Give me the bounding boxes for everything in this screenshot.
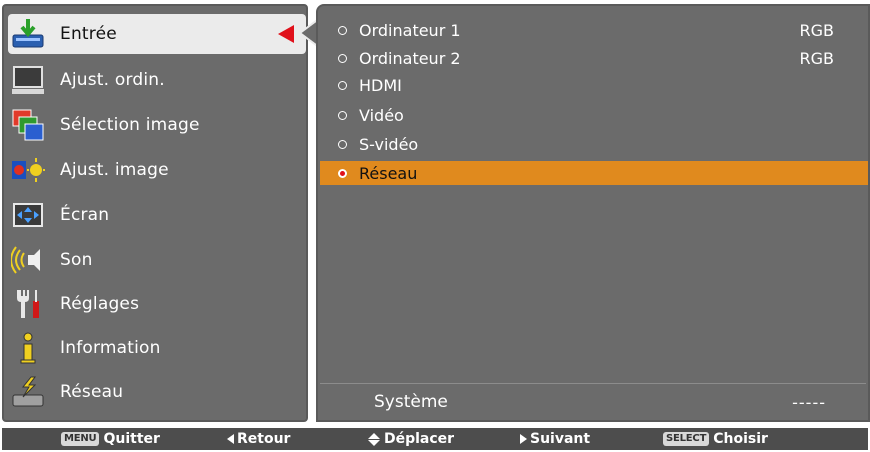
system-row: Système ----- <box>320 390 868 414</box>
radio-icon <box>338 53 347 63</box>
computer-adjust-icon <box>10 62 46 98</box>
hint-back: Retour <box>227 428 290 450</box>
menu-item-label: Sélection image <box>60 115 200 135</box>
arrow-up-down-icon <box>368 432 380 446</box>
settings-icon <box>10 286 46 322</box>
radio-icon <box>338 80 347 90</box>
menu-item-entree[interactable]: Entrée <box>8 14 306 54</box>
hint-quit-label: Quitter <box>103 431 160 447</box>
radio-icon <box>338 25 347 35</box>
option-label: Vidéo <box>359 105 404 125</box>
hint-move: Déplacer <box>368 428 454 450</box>
hint-choose: SELECT Choisir <box>663 428 768 450</box>
option-value: RGB <box>799 20 835 40</box>
menu-item-reglages[interactable]: Réglages <box>8 282 306 326</box>
menu-item-label: Son <box>60 250 93 270</box>
input-options-panel: Ordinateur 1 RGB Ordinateur 2 RGB HDMI V… <box>316 4 870 422</box>
network-icon <box>10 374 46 410</box>
radio-icon <box>338 139 347 149</box>
hint-next: Suivant <box>520 428 590 450</box>
option-label: Ordinateur 2 <box>359 48 461 68</box>
option-value: RGB <box>799 48 835 68</box>
screen-icon <box>10 197 46 233</box>
menu-item-label: Ajust. image <box>60 160 169 180</box>
hint-choose-label: Choisir <box>713 431 768 447</box>
menu-item-selection-image[interactable]: Sélection image <box>8 103 306 147</box>
menu-item-label: Information <box>60 338 161 358</box>
option-row-s-video[interactable]: S-vidéo <box>320 132 868 156</box>
option-label: HDMI <box>359 75 402 95</box>
system-value: ----- <box>792 392 826 412</box>
option-label: S-vidéo <box>359 134 419 154</box>
hint-quit: MENU Quitter <box>61 428 160 450</box>
menu-item-ecran[interactable]: Écran <box>8 193 306 237</box>
option-row-video[interactable]: Vidéo <box>320 103 868 127</box>
main-menu-panel: Entrée Ajust. ordin. Sélection image Aju… <box>2 4 308 422</box>
radio-icon <box>338 110 347 120</box>
option-row-reseau[interactable]: Réseau <box>320 161 868 185</box>
menu-item-ajust-image[interactable]: Ajust. image <box>8 148 306 192</box>
menu-item-label: Réglages <box>60 294 140 314</box>
hint-back-label: Retour <box>237 431 291 447</box>
hint-move-label: Déplacer <box>384 431 455 447</box>
menu-item-son[interactable]: Son <box>8 238 306 282</box>
menu-item-label: Réseau <box>60 382 124 402</box>
menu-key-icon: MENU <box>61 432 100 446</box>
option-label: Réseau <box>359 163 418 183</box>
menu-item-reseau[interactable]: Réseau <box>8 370 306 414</box>
divider <box>320 383 866 384</box>
selection-arrow-icon <box>278 25 294 43</box>
option-label: Ordinateur 1 <box>359 20 461 40</box>
input-icon <box>10 16 46 52</box>
image-adjust-icon <box>10 152 46 188</box>
option-row-ordinateur-2[interactable]: Ordinateur 2 RGB <box>320 46 868 70</box>
radio-selected-icon <box>338 168 347 178</box>
hint-next-label: Suivant <box>530 431 591 447</box>
menu-item-information[interactable]: Information <box>8 326 306 370</box>
image-select-icon <box>10 107 46 143</box>
select-key-icon: SELECT <box>663 432 710 446</box>
option-row-ordinateur-1[interactable]: Ordinateur 1 RGB <box>320 18 868 42</box>
menu-item-label: Ajust. ordin. <box>60 70 165 90</box>
sound-icon <box>10 242 46 278</box>
menu-item-label: Écran <box>60 205 110 225</box>
key-hint-bar: MENU Quitter Retour Déplacer Suivant SEL… <box>2 428 868 450</box>
menu-item-ajust-ordin[interactable]: Ajust. ordin. <box>8 58 306 102</box>
information-icon <box>10 330 46 366</box>
system-label: Système <box>374 392 448 412</box>
arrow-left-icon <box>227 434 234 444</box>
option-row-hdmi[interactable]: HDMI <box>320 73 868 97</box>
arrow-right-icon <box>520 434 527 444</box>
menu-item-label: Entrée <box>60 24 117 44</box>
